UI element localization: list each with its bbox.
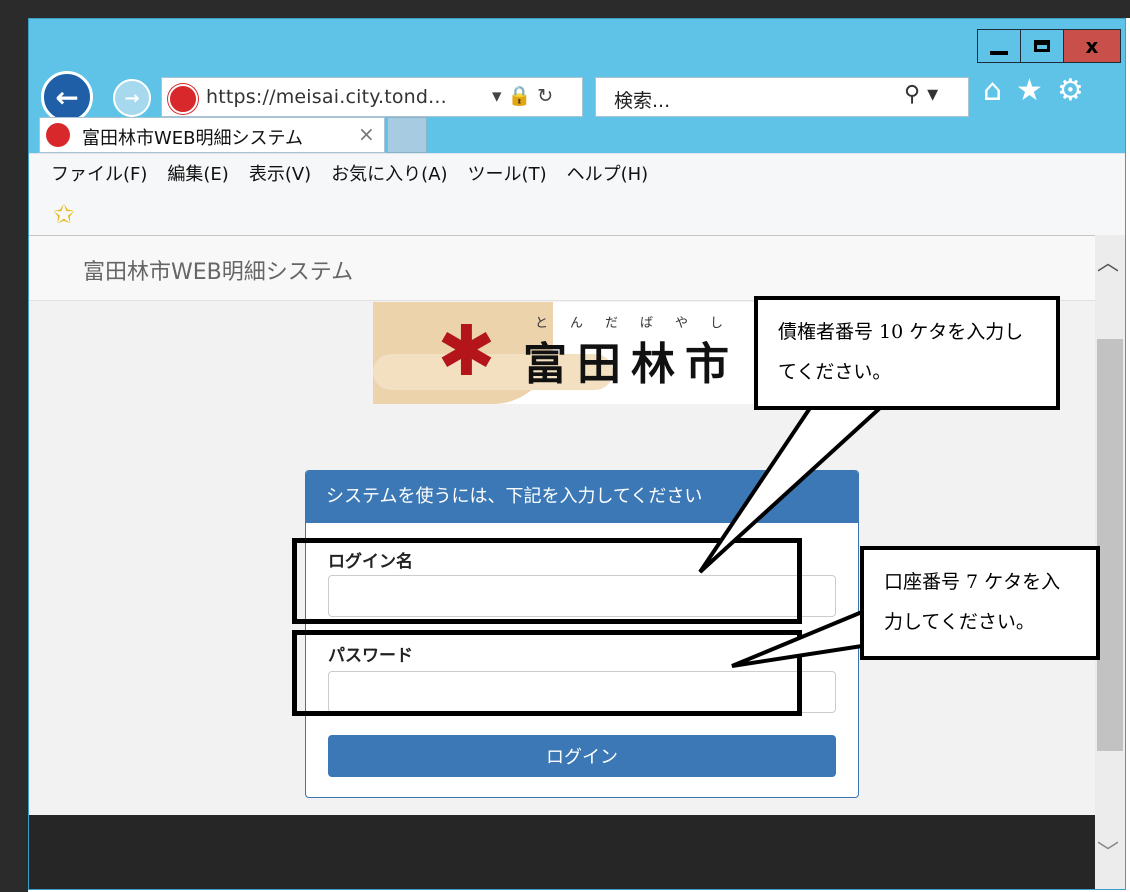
panel-header: システムを使うには、下記を入力してください bbox=[306, 471, 858, 523]
new-tab-button[interactable] bbox=[387, 117, 427, 153]
login-callout-text: 債権者番号 10 ケタを入力してください。 bbox=[778, 321, 1024, 383]
screen-border-top bbox=[0, 0, 1130, 18]
back-arrow-icon: ← bbox=[55, 80, 79, 114]
search-input[interactable]: 検索... bbox=[614, 86, 670, 113]
login-callout: 債権者番号 10 ケタを入力してください。 bbox=[754, 296, 1060, 410]
address-bar[interactable]: https://meisai.city.tond... ▾ 🔒 ↻ bbox=[161, 77, 583, 117]
scroll-thumb[interactable] bbox=[1097, 339, 1123, 751]
menu-help[interactable]: ヘルプ(H) bbox=[567, 160, 649, 186]
city-emblem-icon: ✱ bbox=[437, 310, 496, 392]
login-button[interactable]: ログイン bbox=[328, 735, 836, 777]
menu-edit[interactable]: 編集(E) bbox=[167, 160, 228, 186]
maximize-button[interactable] bbox=[1020, 29, 1064, 63]
screen-border-left bbox=[0, 0, 28, 892]
address-url[interactable]: https://meisai.city.tond... bbox=[206, 86, 447, 108]
search-box[interactable]: 検索... ⚲ ▾ bbox=[595, 77, 969, 117]
minimize-icon bbox=[990, 51, 1008, 55]
menu-tools[interactable]: ツール(T) bbox=[468, 160, 547, 186]
password-callout-text: 口座番号 7 ケタを入力してください。 bbox=[884, 571, 1061, 633]
forward-button[interactable]: → bbox=[113, 79, 151, 117]
close-window-button[interactable]: x bbox=[1063, 29, 1121, 63]
minimize-button[interactable] bbox=[977, 29, 1021, 63]
gear-icon[interactable]: ⚙ bbox=[1057, 73, 1084, 108]
login-highlight-box bbox=[292, 538, 802, 624]
browser-window: x ← → https://meisai.city.tond... ▾ 🔒 ↻ … bbox=[28, 18, 1126, 890]
password-callout: 口座番号 7 ケタを入力してください。 bbox=[860, 546, 1100, 660]
tab-favicon-icon bbox=[46, 123, 70, 147]
maximize-icon bbox=[1034, 40, 1050, 52]
window-controls: x bbox=[977, 29, 1121, 63]
home-icon[interactable]: ⌂ bbox=[983, 73, 1002, 108]
password-highlight-box bbox=[292, 630, 802, 716]
star-icon[interactable]: ★ bbox=[1016, 73, 1043, 108]
tab-active[interactable]: 富田林市WEB明細システム × bbox=[39, 117, 385, 153]
close-icon: x bbox=[1085, 34, 1099, 58]
menu-view[interactable]: 表示(V) bbox=[249, 160, 311, 186]
bottom-bar bbox=[29, 815, 1095, 889]
menu-items: ファイル(F) 編集(E) 表示(V) お気に入り(A) ツール(T) ヘルプ(… bbox=[51, 160, 648, 186]
toolbar-icons: ⌂ ★ ⚙ bbox=[983, 73, 1084, 108]
scroll-up-icon[interactable]: ︿ bbox=[1097, 245, 1119, 277]
scroll-down-icon[interactable]: ﹀ bbox=[1097, 835, 1119, 867]
address-tools-icons[interactable]: ▾ 🔒 ↻ bbox=[492, 84, 553, 107]
tab-title: 富田林市WEB明細システム bbox=[82, 128, 303, 149]
menu-bar: ファイル(F) 編集(E) 表示(V) お気に入り(A) ツール(T) ヘルプ(… bbox=[29, 153, 1125, 236]
forward-arrow-icon: → bbox=[124, 87, 140, 109]
favorites-add-icon[interactable]: ✩ bbox=[53, 200, 75, 230]
logo-city-name: 富田林市 bbox=[523, 339, 739, 390]
site-brand[interactable]: 富田林市WEB明細システム bbox=[83, 254, 353, 286]
menu-file[interactable]: ファイル(F) bbox=[51, 160, 147, 186]
city-logo: ✱ とんだばやし 富田林市 bbox=[373, 302, 755, 404]
search-icon[interactable]: ⚲ ▾ bbox=[904, 82, 938, 107]
site-favicon-icon bbox=[168, 84, 198, 114]
back-button[interactable]: ← bbox=[41, 71, 93, 123]
tab-close-icon[interactable]: × bbox=[358, 122, 375, 146]
page-navbar: 富田林市WEB明細システム bbox=[29, 236, 1095, 301]
menu-favorites[interactable]: お気に入り(A) bbox=[331, 160, 447, 186]
